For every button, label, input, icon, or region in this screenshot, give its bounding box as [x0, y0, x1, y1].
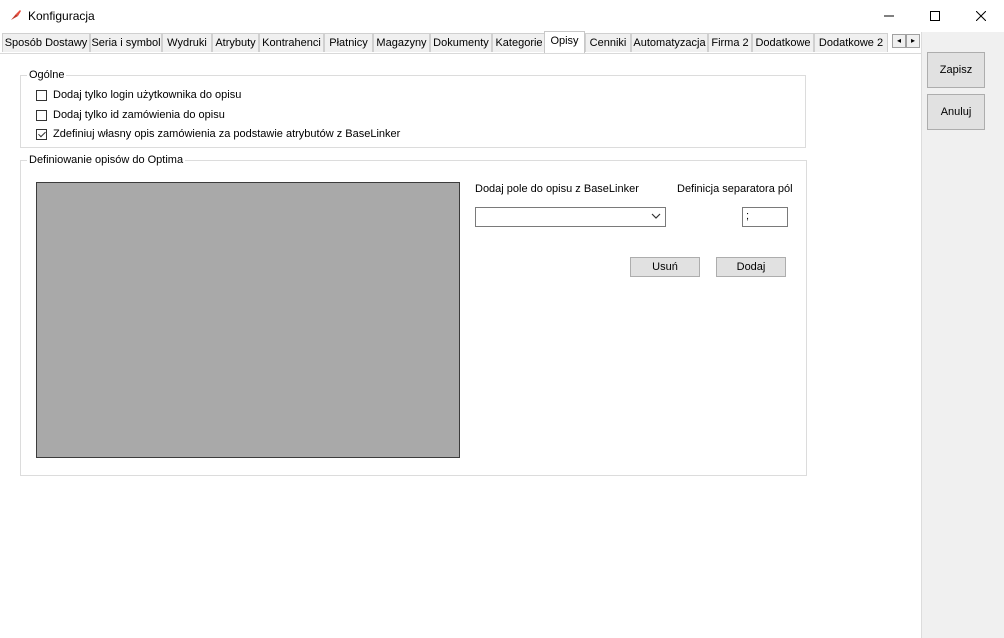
tab-scroll-right-button[interactable]: ▸ [906, 34, 920, 48]
window-title: Konfiguracja [28, 9, 95, 23]
option-order-id-only[interactable]: Dodaj tylko id zamówienia do opisu [36, 108, 225, 122]
save-button[interactable]: Zapisz [927, 52, 985, 88]
option-login-only[interactable]: Dodaj tylko login użytkownika do opisu [36, 88, 241, 102]
tab-wydruki[interactable]: Wydruki [162, 33, 212, 52]
definitions-legend: Definiowanie opisów do Optima [27, 154, 186, 166]
tab-kontrahenci[interactable]: Kontrahenci [259, 33, 324, 52]
tab-platnicy[interactable]: Płatnicy [324, 33, 373, 52]
option-order-id-only-checkbox[interactable] [36, 109, 47, 121]
definitions-groupbox: Definiowanie opisów do Optima Dodaj pole… [20, 154, 807, 476]
title-bar: Konfiguracja [0, 0, 1004, 32]
tab-scroll-left-button[interactable]: ◂ [892, 34, 906, 48]
tab-firma-2[interactable]: Firma 2 [708, 33, 752, 52]
maximize-icon [930, 11, 940, 21]
option-custom-description[interactable]: Zdefiniuj własny opis zamówienia za pods… [36, 127, 400, 141]
description-fields-list[interactable] [36, 182, 460, 458]
tab-magazyny[interactable]: Magazyny [373, 33, 430, 52]
option-login-only-checkbox[interactable] [36, 89, 47, 101]
separator-label: Definicja separatora pól [677, 183, 793, 195]
tab-panel-opisy: Ogólne Dodaj tylko login użytkownika do … [0, 53, 921, 638]
action-pane: Zapisz Anuluj [921, 32, 1004, 638]
tab-automatyzacja[interactable]: Automatyzacja [631, 33, 708, 52]
general-legend: Ogólne [27, 69, 67, 81]
tab-dodatkowe[interactable]: Dodatkowe [752, 33, 814, 52]
separator-input[interactable]: ; [742, 207, 788, 227]
general-groupbox: Ogólne Dodaj tylko login użytkownika do … [20, 69, 806, 148]
app-icon [11, 10, 21, 20]
add-field-label: Dodaj pole do opisu z BaseLinker [475, 183, 639, 195]
tab-sposob-dostawy[interactable]: Sposób Dostawy [2, 33, 90, 52]
add-button[interactable]: Dodaj [716, 257, 786, 277]
option-custom-description-checkbox[interactable] [36, 128, 47, 140]
option-custom-description-label: Zdefiniuj własny opis zamówienia za pods… [53, 128, 401, 140]
tab-cenniki[interactable]: Cenniki [585, 33, 631, 52]
add-field-dropdown[interactable] [475, 207, 666, 227]
remove-button[interactable]: Usuń [630, 257, 700, 277]
tab-dodatkowe-2[interactable]: Dodatkowe 2 [814, 33, 888, 52]
tab-kategorie[interactable]: Kategorie [492, 33, 546, 52]
tab-dokumenty[interactable]: Dokumenty [430, 33, 492, 52]
tab-atrybuty[interactable]: Atrybuty [212, 33, 259, 52]
tab-seria-i-symbol[interactable]: Seria i symbol [90, 33, 162, 52]
tab-strip: Sposób Dostawy Seria i symbol Wydruki At… [0, 31, 922, 53]
close-icon [976, 11, 986, 21]
option-login-only-label: Dodaj tylko login użytkownika do opisu [53, 89, 242, 101]
chevron-down-icon [651, 213, 661, 219]
tab-opisy[interactable]: Opisy [544, 31, 585, 53]
close-button[interactable] [958, 0, 1004, 32]
cancel-button[interactable]: Anuluj [927, 94, 985, 130]
option-order-id-only-label: Dodaj tylko id zamówienia do opisu [53, 109, 225, 121]
minimize-button[interactable] [866, 0, 912, 32]
maximize-button[interactable] [912, 0, 958, 32]
minimize-icon [884, 15, 894, 17]
